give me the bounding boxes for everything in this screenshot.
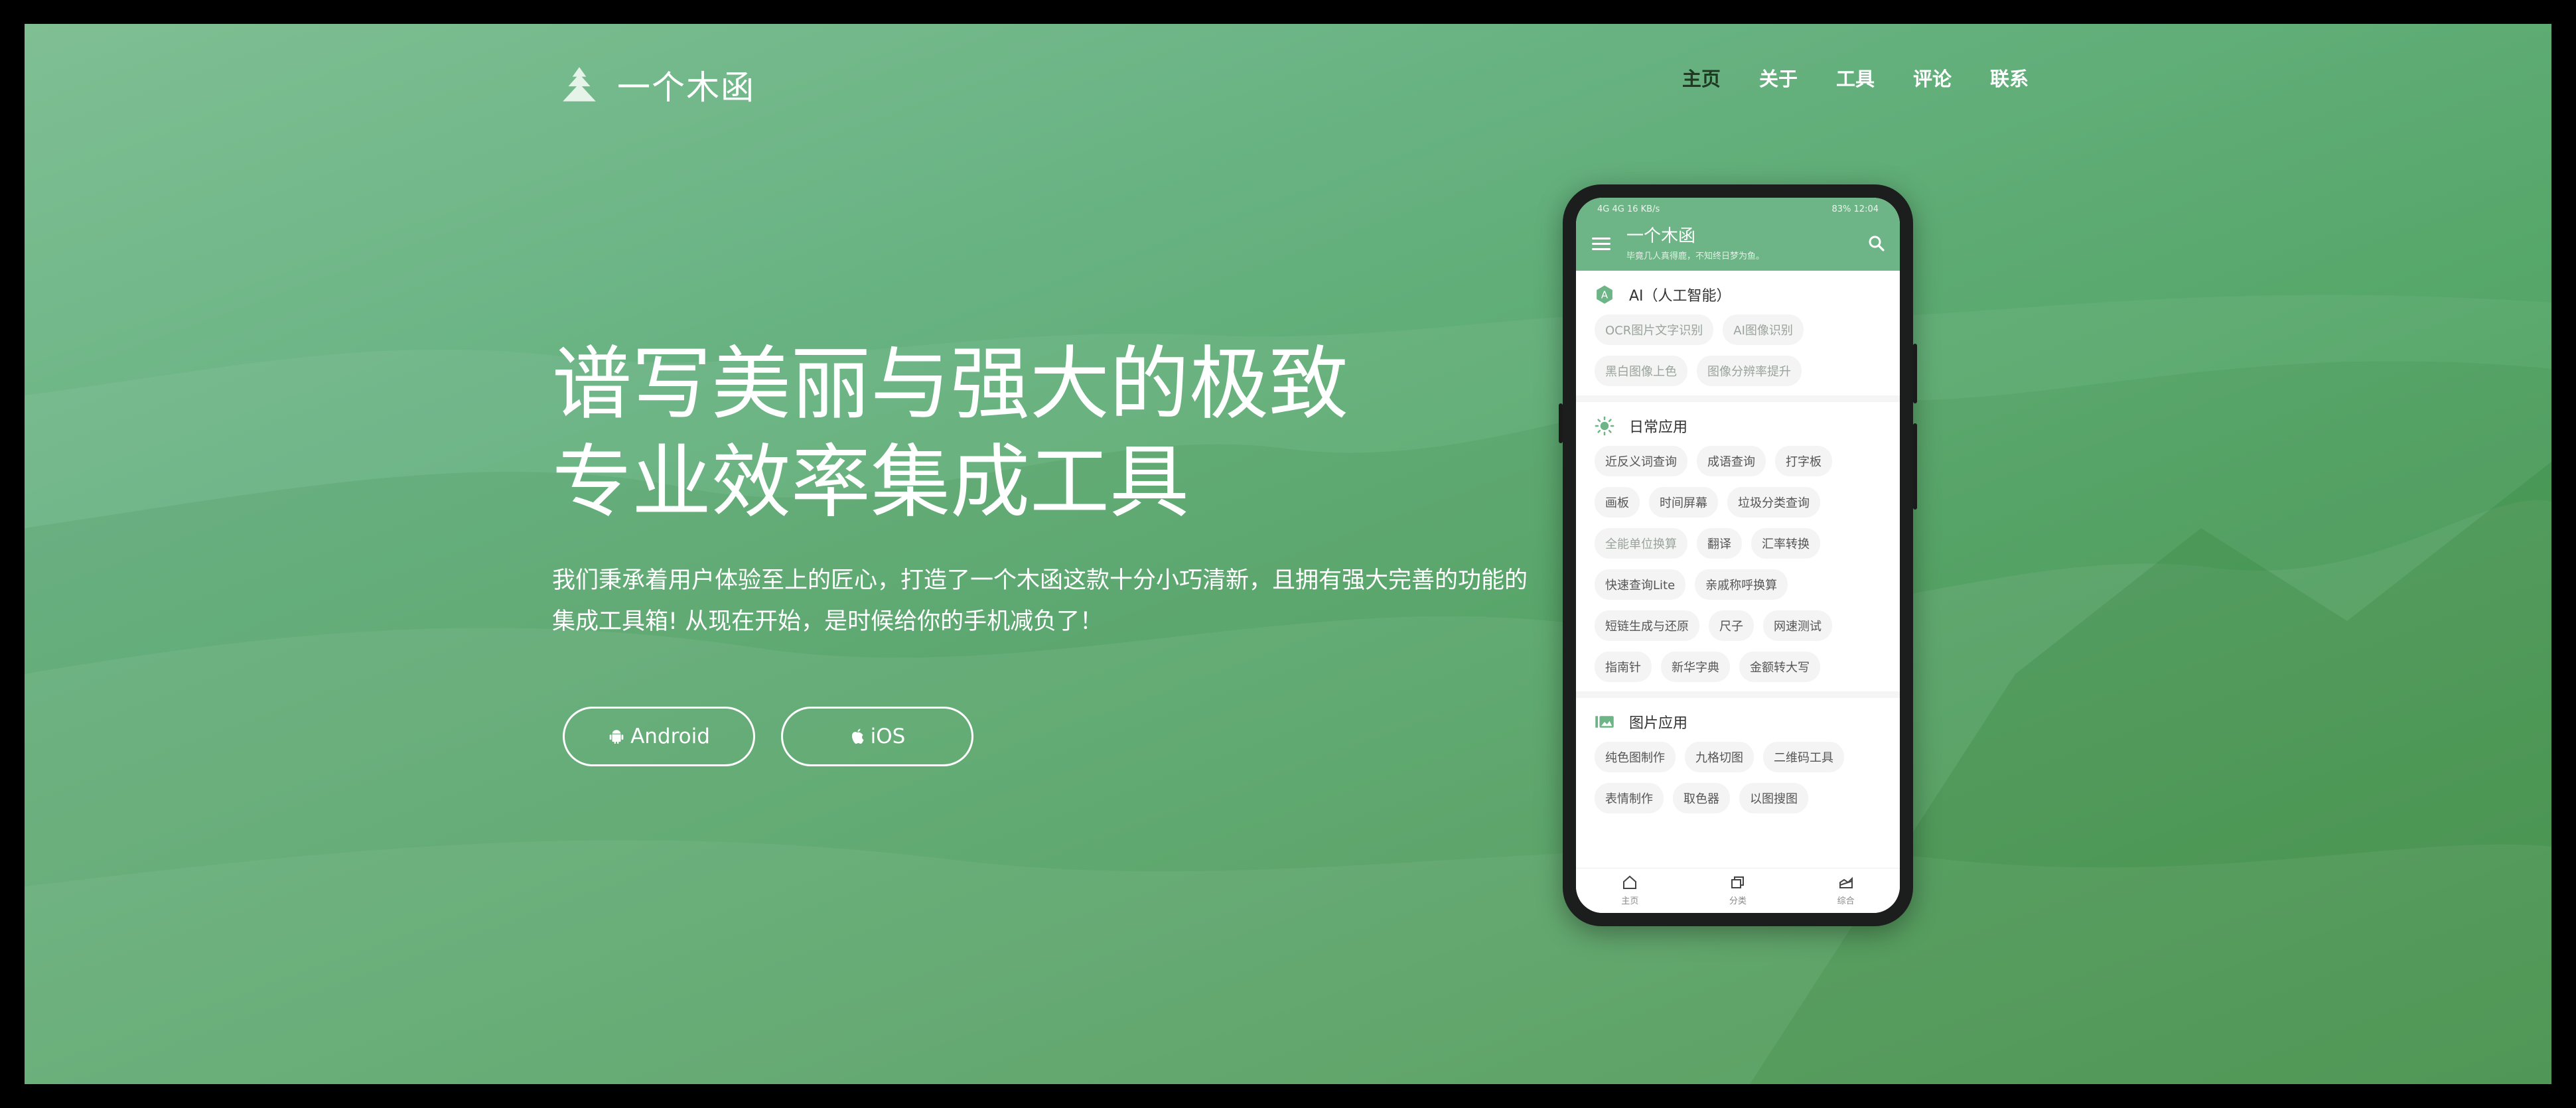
chip[interactable]: 亲戚称呼换算	[1695, 569, 1788, 600]
tab-category[interactable]: 分类	[1729, 875, 1747, 906]
chip[interactable]: 尺子	[1709, 610, 1754, 641]
tab-label: 综合	[1837, 896, 1855, 906]
phone-side-button	[1913, 423, 1917, 510]
chip[interactable]: 快速查询Lite	[1595, 569, 1686, 600]
chip[interactable]: 时间屏幕	[1649, 487, 1718, 518]
chip[interactable]: 垃圾分类查询	[1727, 487, 1820, 518]
app-title-block: 一个木函 毕竟几人真得鹿，不知终日梦为鱼。	[1626, 226, 1867, 261]
nav-tools[interactable]: 工具	[1836, 64, 1875, 92]
chip[interactable]: 画板	[1595, 487, 1640, 518]
chip[interactable]: 汇率转换	[1751, 528, 1820, 559]
sun-icon	[1595, 416, 1614, 436]
hero-description: 我们秉承着用户体验至上的匠心，打造了一个木函这款十分小巧清新，且拥有强大完善的功…	[552, 567, 1528, 635]
hero-title: 谱写美丽与强大的极致 专业效率集成工具	[552, 336, 1481, 532]
chip[interactable]: 成语查询	[1697, 446, 1766, 476]
chip[interactable]: 翻译	[1697, 528, 1742, 559]
nav-about[interactable]: 关于	[1759, 64, 1798, 92]
section-image: 图片应用 纯色图制作 九格切图 二维码工具 表情制作 取色器 以图搜图	[1576, 698, 1900, 823]
search-icon[interactable]	[1867, 234, 1887, 253]
chip[interactable]: 纯色图制作	[1595, 742, 1676, 772]
app-bar: 一个木函 毕竟几人真得鹿，不知终日梦为鱼。	[1576, 220, 1900, 267]
top-nav: 主页 关于 工具 评论 联系	[1682, 64, 2029, 92]
section-head: 日常应用	[1595, 415, 1884, 437]
android-download-button[interactable]: Android	[563, 707, 755, 766]
section-head: A AI（人工智能）	[1595, 284, 1884, 305]
ai-icon: A	[1597, 285, 1612, 304]
brand-name: 一个木函	[617, 68, 755, 107]
svg-text:A: A	[1601, 289, 1609, 301]
general-icon	[1839, 876, 1853, 888]
chip[interactable]: 表情制作	[1595, 783, 1664, 813]
mountain-background	[25, 295, 2551, 1084]
menu-icon[interactable]	[1592, 234, 1610, 253]
chip[interactable]: 打字板	[1775, 446, 1832, 476]
app-header: 4G 4G 16 KB/s 83% 12:04 一个木函 毕竟几人真得鹿，不知终…	[1576, 198, 1900, 271]
chip[interactable]: 图像分辨率提升	[1697, 356, 1802, 386]
nav-contact[interactable]: 联系	[1990, 64, 2029, 92]
chip[interactable]: 指南针	[1595, 652, 1652, 682]
phone-screen: 4G 4G 16 KB/s 83% 12:04 一个木函 毕竟几人真得鹿，不知终…	[1576, 198, 1900, 913]
section-title: AI（人工智能）	[1629, 288, 1731, 305]
section-ai: A AI（人工智能） OCR图片文字识别 AI图像识别 黑白图像上色 图像分辨率…	[1576, 271, 1900, 402]
chip[interactable]: 取色器	[1673, 783, 1730, 813]
chip[interactable]: 黑白图像上色	[1595, 356, 1687, 386]
page-frame: 一个木函 主页 关于 工具 评论 联系 谱写美丽与强大的极致 专业效率集成工具 …	[25, 24, 2551, 1084]
brand-logo[interactable]: 一个木函	[559, 58, 755, 111]
section-head: 图片应用	[1595, 711, 1884, 732]
app-title: 一个木函	[1626, 226, 1696, 246]
status-left: 4G 4G 16 KB/s	[1597, 204, 1660, 214]
status-right: 83% 12:04	[1831, 204, 1879, 214]
chip[interactable]: 全能单位换算	[1595, 528, 1687, 559]
tab-label: 主页	[1621, 896, 1639, 906]
bottom-tabbar: 主页 分类 综合	[1576, 868, 1900, 913]
chip-list: 近反义词查询 成语查询 打字板 画板 时间屏幕 垃圾分类查询 全能单位换算 翻译…	[1595, 446, 1884, 682]
section-daily: 日常应用 近反义词查询 成语查询 打字板 画板 时间屏幕 垃圾分类查询 全能单位…	[1576, 402, 1900, 698]
android-icon	[609, 730, 624, 744]
chip[interactable]: 金额转大写	[1739, 652, 1820, 682]
hero-title-line2: 专业效率集成工具	[552, 437, 1189, 529]
status-bar: 4G 4G 16 KB/s 83% 12:04	[1597, 204, 1879, 216]
image-icon	[1595, 716, 1614, 728]
chip[interactable]: 九格切图	[1685, 742, 1754, 772]
ios-button-label: iOS	[870, 725, 906, 748]
app-subtitle: 毕竟几人真得鹿，不知终日梦为鱼。	[1626, 251, 1765, 261]
chip[interactable]: OCR图片文字识别	[1595, 314, 1714, 345]
home-icon	[1623, 875, 1637, 889]
chip-list: OCR图片文字识别 AI图像识别 黑白图像上色 图像分辨率提升	[1595, 314, 1884, 386]
phone-side-button	[1913, 344, 1917, 403]
phone-side-button	[1559, 403, 1563, 443]
chip[interactable]: 近反义词查询	[1595, 446, 1687, 476]
ios-download-button[interactable]: iOS	[781, 707, 973, 766]
section-title: 日常应用	[1629, 419, 1688, 436]
chip-list: 纯色图制作 九格切图 二维码工具 表情制作 取色器 以图搜图	[1595, 742, 1884, 813]
chip[interactable]: 短链生成与还原	[1595, 610, 1699, 641]
tree-logo-icon	[563, 67, 596, 102]
android-button-label: Android	[630, 725, 710, 748]
category-icon	[1731, 876, 1744, 888]
chip[interactable]: 以图搜图	[1739, 783, 1808, 813]
nav-home[interactable]: 主页	[1682, 64, 1721, 92]
section-title: 图片应用	[1629, 715, 1688, 732]
tab-label: 分类	[1729, 896, 1747, 906]
hero-title-line1: 谱写美丽与强大的极致	[552, 338, 1348, 431]
phone-mockup: 4G 4G 16 KB/s 83% 12:04 一个木函 毕竟几人真得鹿，不知终…	[1559, 184, 1917, 926]
chip[interactable]: AI图像识别	[1723, 314, 1804, 345]
chip[interactable]: 二维码工具	[1763, 742, 1844, 772]
tab-home[interactable]: 主页	[1621, 875, 1638, 906]
apple-icon	[851, 728, 864, 744]
tab-general[interactable]: 综合	[1837, 875, 1855, 906]
chip[interactable]: 新华字典	[1661, 652, 1730, 682]
chip[interactable]: 网速测试	[1763, 610, 1832, 641]
nav-reviews[interactable]: 评论	[1913, 64, 1952, 92]
